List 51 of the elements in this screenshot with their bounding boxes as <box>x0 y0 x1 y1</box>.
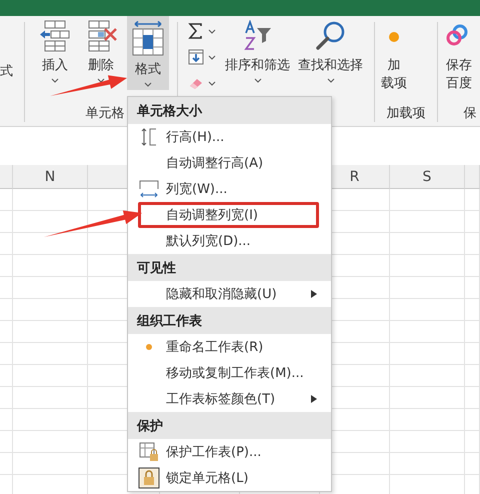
menu-section-header: 单元格大小 <box>128 97 331 124</box>
menu-item[interactable]: 移动或复制工作表(M)... <box>128 360 331 386</box>
group-label: 单元格 <box>86 105 124 122</box>
caret-icon <box>97 78 105 83</box>
protect-sheet-icon <box>139 442 159 462</box>
dot-icon <box>389 32 399 42</box>
caret-icon <box>208 28 216 34</box>
insert-button[interactable]: 插入 <box>35 16 75 90</box>
insert-cells-icon <box>39 20 71 52</box>
column-header[interactable] <box>0 165 13 189</box>
row-height-icon <box>140 127 158 147</box>
menu-item[interactable]: 行高(H)... <box>128 124 331 150</box>
lock-icon <box>138 467 160 489</box>
menu-item[interactable]: 工作表标签颜色(T) <box>128 386 331 412</box>
caret-icon <box>326 78 334 83</box>
sort-filter-button[interactable]: 排序和筛选 <box>224 16 291 90</box>
menu-item[interactable]: 隐藏和取消隐藏(U) <box>128 281 331 307</box>
fill-down-icon <box>188 49 204 65</box>
caret-icon <box>208 54 216 60</box>
dot-icon <box>145 343 153 351</box>
menu-item[interactable]: 默认列宽(D)... <box>128 228 331 254</box>
group-label: 保 <box>464 105 476 122</box>
ribbon-label: 式 <box>0 63 14 80</box>
caret-icon <box>51 78 59 83</box>
caret-icon <box>254 78 262 83</box>
column-header[interactable]: N <box>13 165 88 189</box>
menu-section-header: 组织工作表 <box>128 307 331 334</box>
autosum-button[interactable] <box>186 20 218 42</box>
find-select-button[interactable]: 查找和选择 <box>297 16 364 90</box>
menu-section-header: 可见性 <box>128 254 331 281</box>
column-width-icon <box>138 179 160 199</box>
search-icon <box>314 20 346 52</box>
menu-section-header: 保护 <box>128 412 331 439</box>
caret-icon <box>144 82 152 87</box>
menu-item[interactable]: 自动调整列宽(I) <box>128 202 331 228</box>
sort-filter-icon <box>242 20 274 52</box>
menu-item[interactable]: 保护工作表(P)... <box>128 439 331 465</box>
group-label: 加载项 <box>386 105 426 122</box>
save-baidu-button[interactable]: 保存 百度 <box>440 16 476 90</box>
menu-item[interactable]: 重命名工作表(R) <box>128 334 331 360</box>
column-header[interactable]: S <box>390 165 465 189</box>
menu-item[interactable]: 锁定单元格(L) <box>128 465 331 491</box>
format-cells-icon <box>131 20 165 56</box>
column-header[interactable] <box>465 165 480 189</box>
format-button[interactable]: 格式 <box>127 16 169 90</box>
caret-icon <box>208 80 216 86</box>
sum-icon <box>188 23 204 39</box>
delete-button[interactable]: 删除 <box>81 16 121 90</box>
submenu-arrow-icon <box>311 290 317 298</box>
submenu-arrow-icon <box>311 395 317 403</box>
addins-button[interactable]: 加 载项 <box>377 16 411 90</box>
